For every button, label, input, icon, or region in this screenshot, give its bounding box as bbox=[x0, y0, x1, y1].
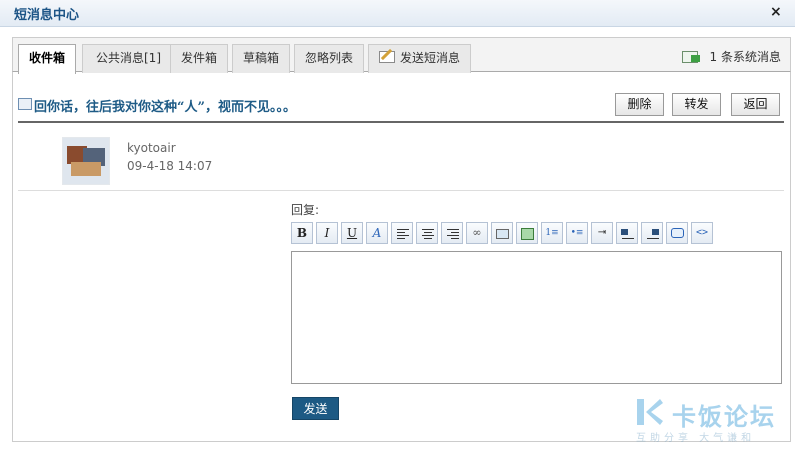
float-left-icon[interactable] bbox=[616, 222, 638, 244]
float-right-icon[interactable] bbox=[641, 222, 663, 244]
sender-name[interactable]: kyotoair bbox=[127, 141, 176, 155]
message-subject: 回你话，往后我对你这种“人”，视而不见。。。 bbox=[34, 100, 296, 115]
tab-drafts[interactable]: 草稿箱 bbox=[232, 44, 290, 73]
tab-inbox[interactable]: 收件箱 bbox=[18, 44, 76, 74]
send-button[interactable]: 发送 bbox=[292, 397, 339, 420]
ordered-list-icon[interactable]: 1≡ bbox=[541, 222, 563, 244]
tab-ignore-list[interactable]: 忽略列表 bbox=[294, 44, 364, 73]
code-icon[interactable]: <> bbox=[691, 222, 713, 244]
system-message-icon bbox=[681, 51, 700, 63]
unordered-list-icon[interactable]: •≡ bbox=[566, 222, 588, 244]
system-message-label: 条系统消息 bbox=[720, 50, 781, 64]
avatar[interactable] bbox=[62, 137, 110, 185]
align-center-icon[interactable] bbox=[416, 222, 438, 244]
link-icon[interactable]: ∞ bbox=[466, 222, 488, 244]
mail-icon bbox=[18, 98, 32, 110]
font-color-icon[interactable]: A bbox=[366, 222, 388, 244]
watermark-tagline: 互助分享 大气谦和 bbox=[636, 433, 756, 444]
tab-send-message[interactable]: 发送短消息 bbox=[368, 44, 471, 73]
tab-send-message-label: 发送短消息 bbox=[399, 51, 460, 65]
delete-button[interactable]: 删除 bbox=[615, 93, 664, 116]
media-icon[interactable] bbox=[516, 222, 538, 244]
watermark-logo: 卡饭论坛 互助分享 大气谦和 bbox=[634, 395, 792, 445]
reply-textarea[interactable] bbox=[291, 251, 782, 384]
system-message-count: 1 bbox=[709, 50, 718, 64]
align-right-icon[interactable] bbox=[441, 222, 463, 244]
message-time: 09-4-18 14:07 bbox=[127, 159, 213, 173]
image-icon[interactable] bbox=[491, 222, 513, 244]
tab-public-messages[interactable]: 公共消息[1] bbox=[82, 44, 175, 73]
align-left-icon[interactable] bbox=[391, 222, 413, 244]
italic-icon[interactable]: I bbox=[316, 222, 338, 244]
window-title: 短消息中心 bbox=[14, 8, 80, 23]
indent-icon[interactable]: ⇥ bbox=[591, 222, 613, 244]
window-titlebar: 短消息中心 × bbox=[0, 0, 795, 27]
system-messages-link[interactable]: 1 条系统消息 bbox=[681, 48, 781, 65]
watermark-brand: 卡饭论坛 bbox=[672, 403, 776, 431]
quote-icon[interactable] bbox=[666, 222, 688, 244]
tab-outbox[interactable]: 发件箱 bbox=[170, 44, 228, 73]
forward-button[interactable]: 转发 bbox=[672, 93, 721, 116]
compose-icon bbox=[378, 51, 395, 63]
divider bbox=[18, 190, 784, 191]
message-header: 回你话，往后我对你这种“人”，视而不见。。。 删除 转发 返回 bbox=[18, 88, 784, 123]
kafan-logo-icon bbox=[637, 399, 663, 425]
back-button[interactable]: 返回 bbox=[731, 93, 780, 116]
reply-label: 回复: bbox=[291, 203, 320, 217]
close-icon[interactable]: × bbox=[770, 4, 782, 20]
tab-bar: 收件箱 公共消息[1] 发件箱 草稿箱 忽略列表 发送短消息 1 条系统消息 bbox=[12, 37, 791, 74]
underline-icon[interactable]: U bbox=[341, 222, 363, 244]
bold-icon[interactable]: B bbox=[291, 222, 313, 244]
